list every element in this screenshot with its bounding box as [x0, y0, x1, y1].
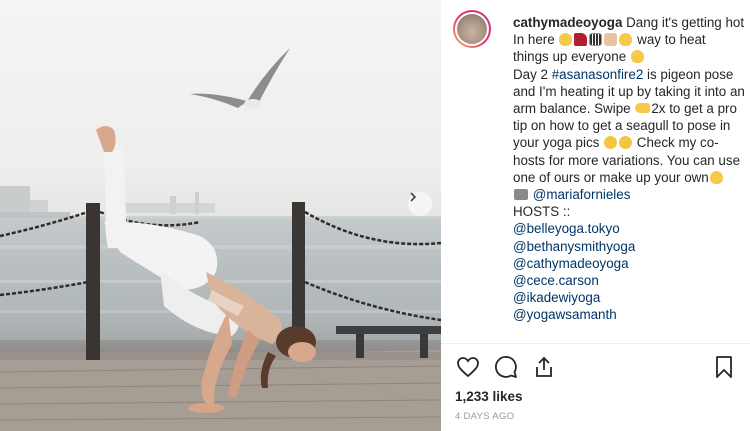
photo-scene — [0, 48, 441, 431]
like-button[interactable] — [455, 354, 481, 380]
post-timestamp[interactable]: 4 DAYS AGO — [455, 411, 514, 422]
caption-paragraph: @mariafornieles — [513, 186, 745, 203]
ok-hand-emoji-icon — [709, 170, 723, 184]
hosts-label: HOSTS :: — [513, 204, 571, 220]
avatar[interactable] — [453, 10, 491, 48]
skin-tone-emoji-icon — [604, 33, 618, 47]
mention-link[interactable]: @bethanysmithyoga — [513, 239, 635, 254]
like-count[interactable]: 1,233 likes — [455, 389, 523, 404]
host-mention: @cece.carson — [513, 272, 745, 289]
raised-hands-emoji-icon — [630, 50, 644, 64]
comment-icon — [495, 356, 517, 378]
heart-icon — [457, 357, 479, 378]
hashtag-link[interactable]: #asanasonfire2 — [552, 67, 644, 82]
host-mention: @cathymadeoyoga — [513, 255, 745, 272]
divider — [441, 343, 750, 344]
host-mention: @belleyoga.tokyo — [513, 220, 745, 237]
mention-link[interactable]: @mariafornieles — [533, 187, 631, 202]
camera-emoji-icon — [514, 189, 528, 201]
mention-link[interactable]: @yogawsamanth — [513, 307, 617, 322]
caption-scroll-area[interactable]: cathymadeoyoga Dang it's getting hot In … — [453, 8, 745, 340]
next-photo-button[interactable] — [408, 192, 432, 216]
caption-text: Day 2 — [513, 66, 552, 82]
pointing-right-emoji-icon — [635, 103, 651, 114]
post-caption: cathymadeoyoga Dang it's getting hot In … — [513, 14, 745, 324]
host-mention: @bethanysmithyoga — [513, 238, 745, 255]
comment-button[interactable] — [493, 354, 519, 380]
avatar-image — [457, 14, 487, 44]
share-icon — [536, 356, 552, 377]
fire-emoji-icon — [559, 33, 573, 47]
action-bar — [455, 354, 740, 380]
mention-link[interactable]: @ikadewiyoga — [513, 290, 600, 305]
host-mention: @yogawsamanth — [513, 306, 745, 323]
sweat-smile-emoji-icon — [604, 136, 618, 150]
mention-link[interactable]: @cece.carson — [513, 273, 599, 288]
caption-paragraph: cathymadeoyoga Dang it's getting hot In … — [513, 14, 745, 66]
mention-link[interactable]: @belleyoga.tokyo — [513, 221, 620, 236]
host-mention: @ikadewiyoga — [513, 289, 745, 306]
post-photo[interactable] — [0, 0, 441, 431]
fire-emoji-icon — [619, 33, 633, 47]
chevron-right-icon — [410, 192, 417, 202]
post-side-panel: cathymadeoyoga Dang it's getting hot In … — [441, 0, 750, 431]
caption-paragraph: Day 2 #asanasonfire2 is pigeon pose and … — [513, 66, 745, 186]
mention-link[interactable]: @cathymadeoyoga — [513, 256, 629, 271]
username-link[interactable]: cathymadeoyoga — [513, 15, 622, 30]
crying-face-emoji-icon — [619, 136, 633, 150]
bookmark-icon — [716, 356, 732, 378]
save-button[interactable] — [711, 354, 737, 380]
high-heel-emoji-icon — [574, 33, 588, 47]
share-button[interactable] — [531, 354, 557, 380]
flag-emoji-icon — [589, 33, 603, 47]
